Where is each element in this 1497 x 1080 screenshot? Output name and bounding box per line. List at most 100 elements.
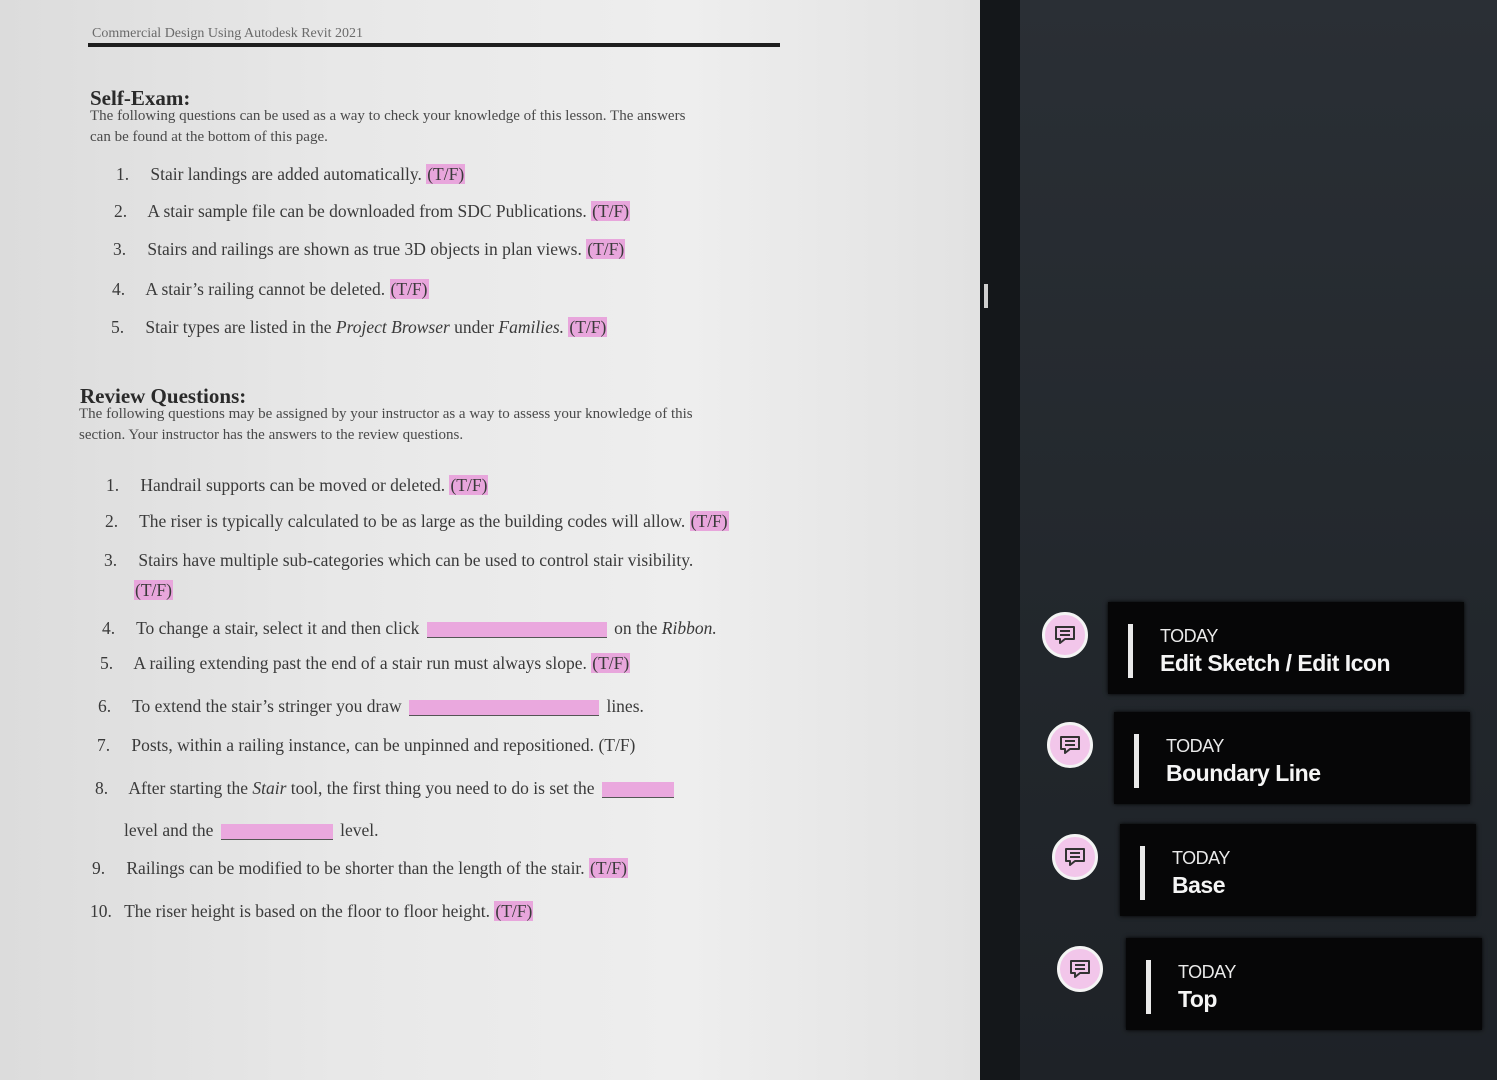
question-number: 9.	[92, 858, 106, 878]
comment-icon	[1055, 626, 1075, 644]
note-accent-bar	[1140, 846, 1145, 900]
question-text: Stairs have multiple sub-categories whic…	[138, 550, 694, 570]
answer-highlight: (T/F)	[134, 580, 173, 600]
review-q8: 8. After starting the Stair tool, the fi…	[95, 778, 677, 799]
comment-button[interactable]	[1052, 834, 1098, 880]
question-text: To extend the stair’s stringer you draw	[132, 696, 402, 716]
question-number: 7.	[97, 735, 111, 755]
note-title: Boundary Line	[1166, 760, 1321, 786]
note-card[interactable]: TODAY Boundary Line	[1114, 712, 1470, 804]
question-text: Posts, within a railing instance, can be…	[131, 735, 595, 755]
self-exam-q5: 5. Stair types are listed in the Project…	[111, 317, 608, 338]
question-text: A stair sample file can be downloaded fr…	[147, 201, 587, 221]
note-date: TODAY	[1178, 962, 1236, 982]
note-date: TODAY	[1172, 848, 1230, 868]
comment-button[interactable]	[1047, 722, 1093, 768]
self-exam-q1: 1. Stair landings are added automaticall…	[116, 164, 466, 185]
review-q3: 3. Stairs have multiple sub-categories w…	[104, 550, 693, 571]
review-q2: 2. The riser is typically calculated to …	[105, 511, 729, 532]
question-italic: Project Browser	[335, 317, 450, 337]
answer-highlight: (T/F)	[389, 279, 429, 299]
question-italic: Ribbon.	[661, 618, 717, 638]
review-q6: 6. To extend the stair’s stringer you dr…	[98, 696, 644, 717]
self-exam-q3: 3. Stairs and railings are shown as true…	[113, 239, 626, 260]
intro-line: The following questions can be used as a…	[90, 108, 686, 124]
running-header: Commercial Design Using Autodesk Revit 2…	[92, 26, 364, 41]
comment-button[interactable]	[1057, 946, 1103, 992]
answer-highlight: (T/F)	[449, 475, 489, 495]
question-number: 3.	[104, 550, 118, 570]
note-accent-bar	[1146, 960, 1151, 1014]
question-text: Stair types are listed in the	[145, 317, 332, 337]
question-text: To change a stair, select it and then cl…	[136, 618, 420, 638]
notes-panel: TODAY Edit Sketch / Edit Icon TODAY Boun…	[1020, 0, 1497, 1080]
intro-line: can be found at the bottom of this page.	[90, 129, 328, 145]
question-number: 2.	[105, 511, 119, 531]
question-text: on the	[614, 618, 658, 638]
question-text: lines.	[606, 696, 644, 716]
question-italic: Families.	[498, 317, 565, 337]
note-card[interactable]: TODAY Edit Sketch / Edit Icon	[1108, 602, 1464, 694]
note-title: Top	[1178, 986, 1217, 1012]
self-exam-q4: 4. A stair’s railing cannot be deleted. …	[112, 279, 429, 300]
answer-highlight: (T/F)	[494, 901, 534, 921]
screen-bezel	[980, 0, 1020, 1080]
question-text: The riser height is based on the floor t…	[124, 901, 491, 921]
answer-highlight: (T/F)	[591, 201, 631, 221]
question-text: level and the	[124, 820, 214, 840]
answer-blank	[601, 781, 674, 798]
answer-highlight: (T/F)	[586, 239, 626, 259]
self-exam-intro: The following questions can be used as a…	[90, 106, 790, 148]
note-date: TODAY	[1166, 736, 1224, 756]
note-accent-bar	[1134, 734, 1139, 788]
answer-blank	[220, 823, 333, 840]
question-number: 4.	[112, 279, 126, 299]
review-q7: 7. Posts, within a railing instance, can…	[97, 735, 635, 756]
answer-highlight: (T/F)	[591, 653, 631, 673]
question-text: The riser is typically calculated to be …	[139, 511, 686, 531]
question-text: Stairs and railings are shown as true 3D…	[147, 239, 582, 259]
question-italic: Stair	[252, 778, 287, 798]
question-number: 1.	[116, 164, 130, 184]
header-rule	[88, 43, 780, 47]
review-q8-line2: level and the level.	[124, 820, 379, 841]
text-cursor	[984, 284, 988, 308]
question-text: tool, the first thing you need to do is …	[290, 778, 595, 798]
question-text: level.	[340, 820, 379, 840]
question-text: Stair landings are added automatically.	[150, 164, 422, 184]
comment-button[interactable]	[1042, 612, 1088, 658]
note-card[interactable]: TODAY Top	[1126, 938, 1482, 1030]
note-date: TODAY	[1160, 626, 1218, 646]
question-number: 1.	[106, 475, 120, 495]
review-q9: 9. Railings can be modified to be shorte…	[92, 858, 628, 879]
question-number: 3.	[113, 239, 127, 259]
document-page: Commercial Design Using Autodesk Revit 2…	[0, 0, 980, 1080]
self-exam-q2: 2. A stair sample file can be downloaded…	[114, 201, 631, 222]
answer-text: (T/F)	[598, 735, 636, 755]
answer-blank	[426, 621, 607, 638]
review-q10: 10. The riser height is based on the flo…	[90, 901, 534, 922]
question-text: A stair’s railing cannot be deleted.	[145, 279, 386, 299]
question-text: A railing extending past the end of a st…	[133, 653, 587, 673]
question-number: 5.	[111, 317, 125, 337]
question-number: 5.	[100, 653, 114, 673]
answer-highlight: (T/F)	[568, 317, 608, 337]
review-q3-answer: (T/F)	[134, 580, 173, 601]
question-number: 2.	[114, 201, 128, 221]
question-text: Railings can be modified to be shorter t…	[126, 858, 585, 878]
question-number: 10.	[90, 901, 112, 921]
note-accent-bar	[1128, 624, 1133, 678]
question-number: 8.	[95, 778, 109, 798]
question-text: Handrail supports can be moved or delete…	[140, 475, 446, 495]
question-text: After starting the	[128, 778, 248, 798]
review-q5: 5. A railing extending past the end of a…	[100, 653, 631, 674]
question-number: 6.	[98, 696, 112, 716]
note-card[interactable]: TODAY Base	[1120, 824, 1476, 916]
answer-blank	[409, 699, 600, 716]
review-q4: 4. To change a stair, select it and then…	[102, 618, 717, 639]
comment-icon	[1065, 848, 1085, 866]
answer-highlight: (T/F)	[426, 164, 466, 184]
comment-icon	[1060, 736, 1080, 754]
question-number: 4.	[102, 618, 116, 638]
question-text: under	[454, 317, 495, 337]
